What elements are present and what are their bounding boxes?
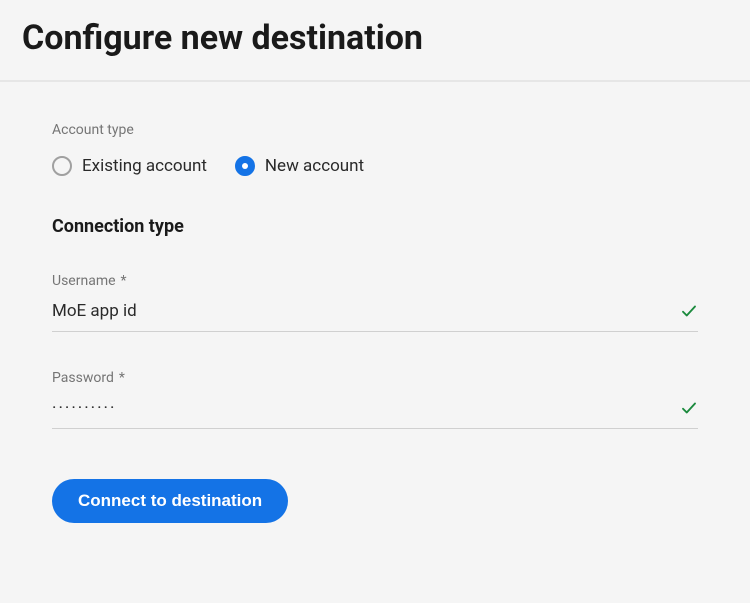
- checkmark-icon: [680, 302, 698, 320]
- username-input-wrap: [52, 301, 698, 332]
- form-content: Account type Existing account New accoun…: [0, 82, 750, 523]
- password-input[interactable]: ··········: [52, 398, 680, 418]
- radio-unselected-icon: [52, 156, 72, 176]
- radio-selected-icon: [235, 156, 255, 176]
- page-title: Configure new destination: [0, 0, 750, 80]
- connect-to-destination-button[interactable]: Connect to destination: [52, 479, 288, 523]
- radio-new-label: New account: [265, 156, 364, 176]
- radio-existing-account[interactable]: Existing account: [52, 156, 207, 176]
- account-type-radio-group: Existing account New account: [52, 156, 698, 176]
- required-asterisk-icon: *: [119, 370, 125, 386]
- password-label-row: Password *: [52, 370, 698, 386]
- radio-dot-icon: [242, 163, 248, 169]
- required-asterisk-icon: *: [121, 273, 127, 289]
- username-input[interactable]: [52, 301, 680, 321]
- username-field: Username *: [52, 273, 698, 332]
- password-label: Password: [52, 370, 114, 386]
- username-label-row: Username *: [52, 273, 698, 289]
- radio-new-account[interactable]: New account: [235, 156, 364, 176]
- username-label: Username: [52, 273, 116, 289]
- password-input-wrap: ··········: [52, 398, 698, 429]
- account-type-label: Account type: [52, 122, 698, 138]
- connection-type-heading: Connection type: [52, 216, 698, 237]
- radio-existing-label: Existing account: [82, 156, 207, 176]
- password-field: Password * ··········: [52, 370, 698, 429]
- checkmark-icon: [680, 399, 698, 417]
